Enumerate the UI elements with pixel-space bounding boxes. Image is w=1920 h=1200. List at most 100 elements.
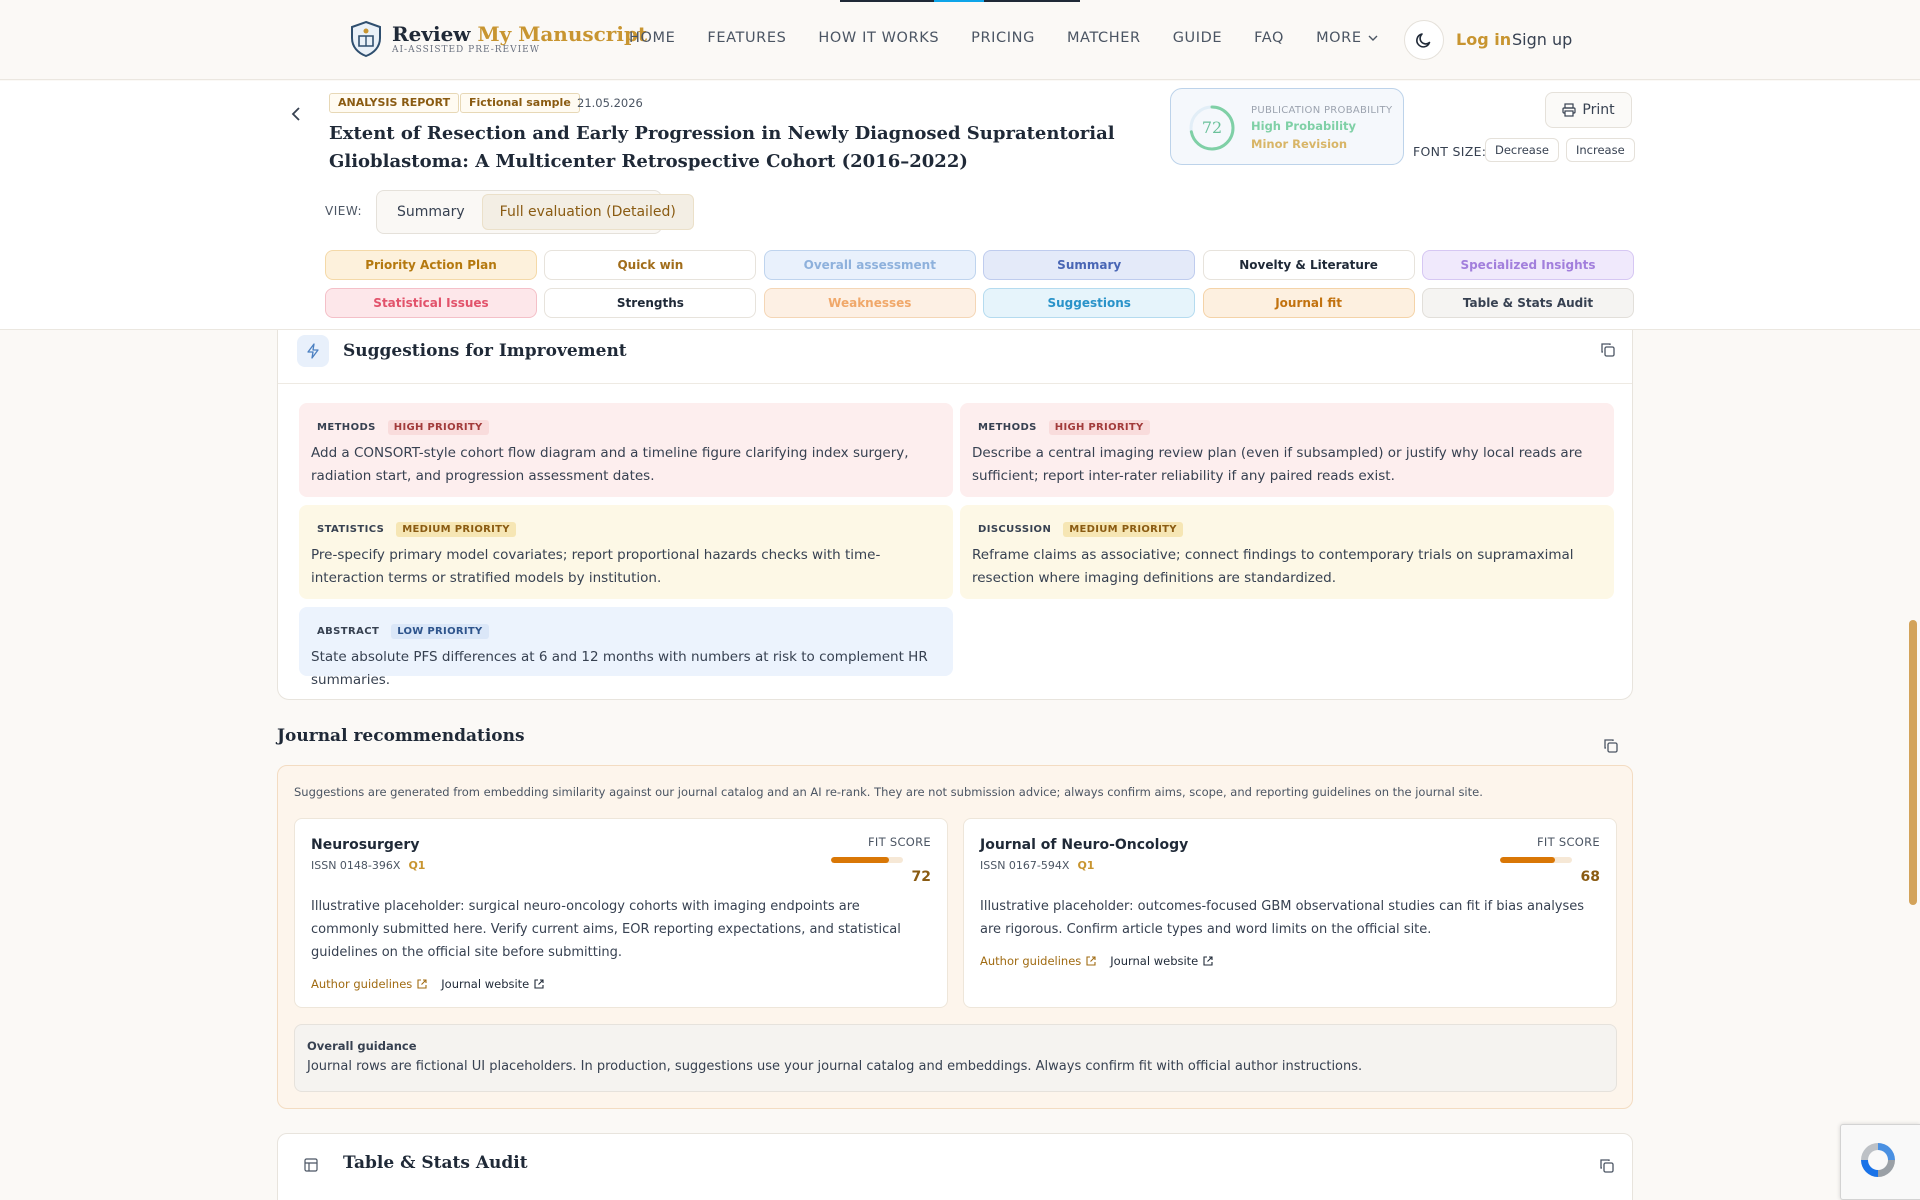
view-detailed-option[interactable]: Full evaluation (Detailed) — [481, 194, 694, 230]
recaptcha-icon — [1861, 1143, 1895, 1177]
suggestion-card: ABSTRACT LOW PRIORITY State absolute PFS d… — [299, 607, 953, 688]
nav-faq[interactable]: FAQ — [1254, 30, 1284, 46]
fit-score-value: 68 — [1580, 869, 1600, 885]
nav-how-it-works[interactable]: HOW IT WORKS — [818, 30, 939, 46]
table-icon — [304, 1158, 318, 1172]
view-label: VIEW: — [325, 204, 363, 218]
font-size-label: FONT SIZE: — [1413, 144, 1487, 159]
suggestion-card: METHODS HIGH PRIORITY Add a CONSORT-style … — [299, 403, 953, 497]
journal-card: Journal of Neuro-Oncology ISSN 0167-594X Q… — [963, 818, 1617, 1008]
section-tab[interactable]: Journal fit — [1202, 288, 1415, 318]
recaptcha-badge[interactable] — [1840, 1124, 1920, 1200]
suggestion-tags: STATISTICS MEDIUM PRIORITY — [311, 519, 941, 539]
priority-badge: LOW PRIORITY — [391, 623, 489, 639]
section-tab[interactable]: Overall assessment — [763, 250, 976, 280]
journal-name[interactable]: Journal of Neuro-Oncology — [980, 837, 1188, 853]
nav-pricing[interactable]: PRICING — [971, 30, 1035, 46]
nav-more-label: MORE — [1316, 30, 1362, 46]
section-tab[interactable]: Strengths — [544, 288, 757, 318]
moon-icon — [1416, 33, 1431, 48]
signup-link[interactable]: Sign up — [1512, 30, 1572, 49]
suggestion-category: DISCUSSION — [978, 523, 1052, 535]
journal-name[interactable]: Neurosurgery — [311, 837, 419, 853]
suggestion-card: DISCUSSION MEDIUM PRIORITY Reframe claims … — [960, 505, 1614, 599]
nav-matcher[interactable]: MATCHER — [1067, 30, 1141, 46]
nav-features[interactable]: FEATURES — [707, 30, 786, 46]
section-tab[interactable]: Priority Action Plan — [325, 250, 537, 280]
font-decrease-button[interactable]: Decrease — [1485, 138, 1559, 162]
suggestion-tags: DISCUSSION MEDIUM PRIORITY — [972, 519, 1602, 539]
journal-recommendations-panel: Suggestions are generated from embedding… — [277, 765, 1633, 1109]
suggestion-text: State absolute PFS differences at 6 and … — [311, 649, 928, 688]
theme-toggle-button[interactable] — [1404, 20, 1444, 60]
journal-disclaimer: Suggestions are generated from embedding… — [294, 785, 1483, 799]
journal-issn: ISSN 0148-396X Q1 — [311, 859, 425, 872]
author-guidelines-label: Author guidelines — [980, 954, 1082, 968]
back-button[interactable] — [286, 102, 306, 126]
author-guidelines-label: Author guidelines — [311, 977, 413, 991]
suggestion-category: STATISTICS — [317, 523, 385, 535]
print-button[interactable]: Print — [1545, 92, 1632, 128]
journal-website-label: Journal website — [1110, 954, 1199, 968]
nav-progress-highlight — [934, 0, 984, 2]
nav-more-dropdown[interactable]: MORE — [1316, 30, 1378, 46]
page-scrollbar[interactable] — [1906, 0, 1920, 1200]
fit-score-fill — [1500, 857, 1555, 863]
section-tab[interactable]: Suggestions — [983, 288, 1196, 318]
journal-recommendations-title: Journal recommendations — [277, 726, 525, 746]
suggestion-tags: ABSTRACT LOW PRIORITY — [311, 621, 941, 641]
brand-logo[interactable]: Review My Manuscript AI-ASSISTED PRE-REV… — [348, 20, 647, 58]
copy-icon[interactable] — [1599, 1158, 1615, 1174]
table-stats-audit-title: Table & Stats Audit — [343, 1153, 528, 1173]
guidance-text: Journal rows are fictional UI placeholde… — [307, 1059, 1363, 1074]
fit-score-label: FIT SCORE — [1536, 835, 1600, 849]
priority-badge: MEDIUM PRIORITY — [1063, 521, 1183, 537]
journal-links: Author guidelines Journal website — [980, 954, 1227, 968]
brand-name: Review My Manuscript — [392, 21, 648, 46]
suggestion-card: METHODS HIGH PRIORITY Describe a central i… — [960, 403, 1614, 497]
suggestion-tags: METHODS HIGH PRIORITY — [972, 417, 1602, 437]
scrollbar-thumb[interactable] — [1909, 620, 1917, 905]
journal-issn: ISSN 0167-594X Q1 — [980, 859, 1094, 872]
section-tab[interactable]: Summary — [983, 250, 1196, 280]
suggestion-tags: METHODS HIGH PRIORITY — [311, 417, 941, 437]
journal-quartile: Q1 — [1077, 859, 1095, 872]
guidance-label: Overall guidance — [307, 1039, 417, 1053]
journal-website-link[interactable]: Journal website — [1110, 954, 1213, 968]
author-guidelines-link[interactable]: Author guidelines — [980, 954, 1096, 968]
suggestions-panel: Suggestions for Improvement METHODS HIGH … — [277, 330, 1633, 700]
main-nav: HOME FEATURES HOW IT WORKS PRICING MATCH… — [629, 30, 1410, 46]
view-summary-option[interactable]: Summary — [380, 194, 482, 230]
brand-tagline: AI-ASSISTED PRE-REVIEW — [392, 44, 540, 55]
section-tab[interactable]: Quick win — [544, 250, 757, 280]
journal-card: Neurosurgery ISSN 0148-396X Q1 FIT SCORE 72 I… — [294, 818, 948, 1008]
copy-icon[interactable] — [1603, 738, 1619, 754]
font-increase-button[interactable]: Increase — [1566, 138, 1635, 162]
journal-website-label: Journal website — [441, 977, 530, 991]
suggestions-title: Suggestions for Improvement — [343, 341, 627, 361]
section-tab[interactable]: Specialized Insights — [1422, 250, 1634, 280]
section-tab[interactable]: Novelty & Literature — [1202, 250, 1415, 280]
copy-icon[interactable] — [1600, 342, 1616, 358]
suggestion-text: Add a CONSORT-style cohort flow diagram … — [311, 445, 909, 484]
nav-guide[interactable]: GUIDE — [1173, 30, 1222, 46]
nav-home[interactable]: HOME — [629, 30, 675, 46]
view-toggle: Summary Full evaluation (Detailed) — [376, 190, 694, 234]
priority-badge: HIGH PRIORITY — [1048, 419, 1150, 435]
journal-website-link[interactable]: Journal website — [441, 977, 544, 991]
journal-quartile: Q1 — [408, 859, 426, 872]
section-tab[interactable]: Table & Stats Audit — [1422, 288, 1634, 318]
suggestion-card: STATISTICS MEDIUM PRIORITY Pre-specify pri… — [299, 505, 953, 599]
author-guidelines-link[interactable]: Author guidelines — [311, 977, 427, 991]
section-tab[interactable]: Statistical Issues — [325, 288, 537, 318]
external-link-icon — [417, 979, 427, 989]
probability-level: High Probability — [1251, 119, 1357, 133]
report-date: 21.05.2026 — [577, 96, 643, 110]
login-link[interactable]: Log in — [1456, 30, 1511, 49]
priority-badge: HIGH PRIORITY — [387, 419, 489, 435]
fit-score-bar — [1500, 857, 1572, 863]
chevron-left-icon — [291, 107, 300, 121]
external-link-icon — [1086, 956, 1096, 966]
sample-chip: Fictional sample — [460, 93, 580, 113]
section-tab[interactable]: Weaknesses — [763, 288, 976, 318]
